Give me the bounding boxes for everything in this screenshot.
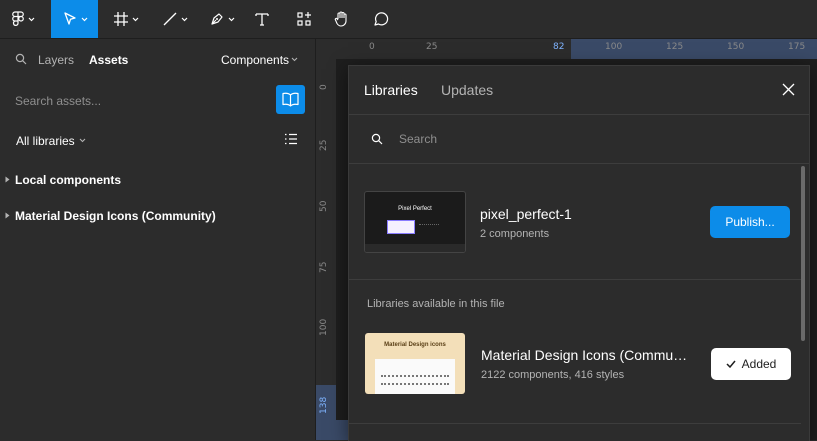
ruler-tick: 25 — [426, 42, 438, 52]
line-tool-button[interactable] — [157, 0, 193, 38]
thumbnail-preview — [387, 220, 415, 234]
publish-button-label: Publish... — [725, 215, 775, 229]
left-panel: Layers Assets Components Search assets..… — [0, 39, 316, 440]
chevron-down-icon — [28, 17, 35, 21]
current-file-name: pixel_perfect-1 — [480, 206, 572, 222]
main-menu-button[interactable] — [0, 0, 46, 38]
chevron-down-icon — [79, 138, 86, 143]
move-tool-button[interactable] — [51, 0, 98, 38]
ruler-tick: 100 — [605, 42, 623, 52]
ruler-tick-selected: 82 — [553, 42, 565, 52]
caret-right-icon[interactable] — [5, 212, 10, 219]
chevron-down-icon — [81, 17, 87, 21]
thumbnail-title: Pixel Perfect — [398, 206, 432, 212]
library-meta: 2122 components, 416 styles — [481, 369, 625, 381]
current-file-meta: 2 components — [480, 228, 550, 240]
hand-tool-button[interactable] — [328, 0, 356, 38]
ruler-tick-selected: 138 — [319, 396, 329, 414]
ruler-tick: 125 — [666, 42, 684, 52]
close-icon[interactable] — [782, 83, 795, 96]
thumbnail-footer — [365, 244, 465, 252]
scrollbar[interactable] — [801, 166, 805, 341]
library-name: Material Design Icons (Commu… — [481, 347, 688, 363]
ruler-tick: 75 — [319, 261, 329, 273]
canvas-selection-frame — [336, 420, 348, 440]
frame-icon — [114, 12, 128, 26]
section-material-design-icons[interactable]: Material Design Icons (Community) — [15, 209, 216, 223]
ruler-tick: 150 — [727, 42, 745, 52]
ruler-tick: 50 — [319, 200, 329, 212]
chevron-down-icon — [181, 17, 188, 21]
chevron-down-icon — [291, 57, 298, 62]
tab-updates[interactable]: Updates — [441, 82, 493, 98]
caret-right-icon[interactable] — [5, 176, 10, 183]
divider — [349, 423, 801, 424]
ruler-left — [316, 59, 336, 440]
tab-assets[interactable]: Assets — [89, 53, 128, 67]
components-dropdown[interactable]: Components — [221, 53, 289, 67]
list-view-icon[interactable] — [284, 133, 298, 145]
publish-button[interactable]: Publish... — [710, 206, 790, 238]
added-button[interactable]: Added — [711, 348, 791, 380]
divider — [349, 163, 809, 164]
cursor-icon — [63, 12, 76, 25]
checkmark-icon — [726, 360, 736, 368]
tab-libraries[interactable]: Libraries — [364, 82, 418, 98]
thumbnail-preview — [419, 224, 439, 229]
figma-logo-icon — [12, 11, 24, 26]
ruler-tick: 25 — [319, 139, 329, 151]
thumbnail-title: Material Design icons — [384, 342, 446, 348]
line-icon — [163, 12, 177, 26]
search-icon — [371, 133, 383, 145]
section-local-components[interactable]: Local components — [15, 173, 121, 187]
ruler-tick: 100 — [319, 318, 329, 336]
divider — [349, 279, 801, 280]
library-button[interactable] — [276, 85, 305, 114]
thumbnail-preview — [381, 383, 449, 387]
shapes-icon — [297, 12, 311, 26]
ruler-tick: 0 — [369, 42, 375, 52]
chevron-down-icon — [228, 17, 235, 21]
hand-icon — [334, 11, 347, 27]
added-button-label: Added — [741, 357, 777, 371]
frame-tool-button[interactable] — [108, 0, 144, 38]
current-file-thumbnail: Pixel Perfect — [364, 191, 466, 253]
chevron-down-icon — [132, 17, 139, 21]
library-thumbnail: Material Design icons — [365, 333, 465, 394]
ruler-tick: 175 — [788, 42, 806, 52]
text-icon — [255, 13, 269, 26]
thumbnail-preview — [381, 375, 449, 379]
libraries-modal: Libraries Updates Search Pixel Perfect p… — [348, 65, 810, 441]
book-icon — [282, 92, 299, 107]
tab-layers[interactable]: Layers — [38, 53, 74, 67]
search-assets-input[interactable]: Search assets... — [15, 94, 101, 108]
comment-icon — [374, 12, 389, 26]
libraries-filter-dropdown[interactable]: All libraries — [16, 134, 75, 148]
library-search-input[interactable]: Search — [399, 132, 437, 146]
resources-tool-button[interactable] — [290, 0, 318, 38]
pen-icon — [211, 13, 223, 25]
section-label: Libraries available in this file — [367, 298, 505, 310]
divider — [349, 114, 809, 115]
pen-tool-button[interactable] — [204, 0, 240, 38]
comment-tool-button[interactable] — [367, 0, 395, 38]
text-tool-button[interactable] — [248, 0, 276, 38]
toolbar — [0, 0, 817, 39]
search-icon — [15, 53, 27, 65]
ruler-tick: 0 — [319, 84, 329, 90]
ruler-corner — [316, 39, 338, 59]
